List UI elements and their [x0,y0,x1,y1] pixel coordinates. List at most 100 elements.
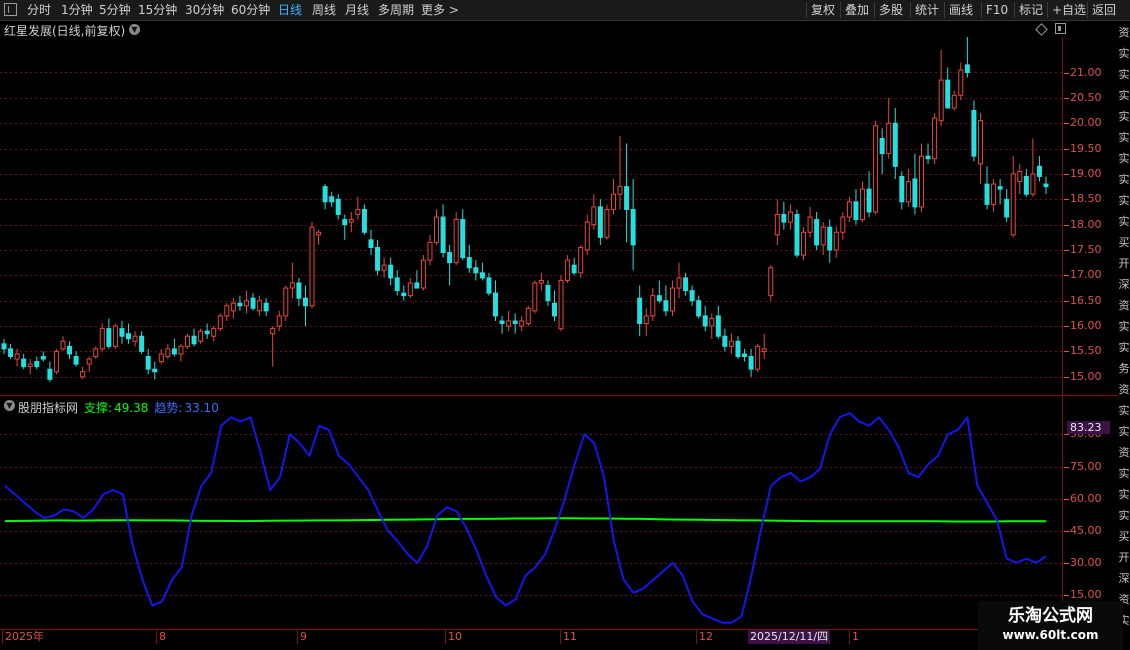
candle [696,295,702,319]
candle [755,343,761,372]
candle [768,265,774,301]
time-label: 8 [159,630,166,643]
candle [394,270,400,296]
candle [912,153,918,215]
info-strip-char: 实 [1118,215,1130,228]
price-tick: 20.00 [1064,116,1102,130]
candle [709,313,715,339]
candle [722,328,728,352]
candle [237,295,243,311]
price-tick: 18.00 [1064,217,1102,231]
candle [466,244,472,273]
info-strip-char: 实 [1118,194,1130,207]
candle [827,219,833,263]
candle [532,280,538,314]
candle [473,260,479,281]
candle [99,323,105,352]
indicator-name: 股朋指标网 [18,401,79,415]
candle [112,323,118,349]
candle [728,333,734,354]
logo-title: 乐淘公式网 [1008,606,1093,626]
info-strip-char: 资 [1118,299,1130,312]
info-strip-char: 深 [1118,278,1130,291]
candle [361,204,367,235]
info-strip-char: 实 [1118,509,1130,522]
candle [270,326,276,367]
price-tick: 17.00 [1064,268,1102,282]
price-tick: 19.50 [1064,141,1102,155]
candle [853,189,859,225]
candle [184,333,190,349]
candle [683,272,689,296]
candle [925,143,931,164]
candle [263,298,269,316]
candle [1036,156,1042,182]
candle [73,351,79,367]
indicator-collapse-icon[interactable]: ▼ [4,400,15,411]
candle [938,49,944,126]
candle [663,285,669,316]
candle [479,262,485,281]
watermark-logo: 乐淘公式网 www.60lt.com [978,601,1123,650]
trend-value: 33.10 [184,401,219,415]
candle [761,333,767,360]
candle [486,272,492,296]
info-strip-char: 实 [1118,152,1130,165]
info-strip-char: 资 [1118,26,1130,39]
candle [964,37,970,78]
candle [558,275,564,332]
price-tick: 16.00 [1064,319,1102,333]
info-strip-char: 务 [1118,362,1130,375]
price-tick: 15.00 [1064,369,1102,383]
candle [951,90,957,111]
candle [217,313,223,332]
candle [519,315,525,332]
candle [794,209,800,258]
info-strip-char: 深 [1118,572,1130,585]
candle [126,323,132,344]
candle [892,108,898,179]
candle [1030,138,1036,197]
candle [637,285,643,337]
candle [434,209,440,245]
candle [414,270,420,289]
info-strip-char: 实 [1118,320,1130,333]
candle [375,239,381,276]
candle [47,361,53,382]
candle [93,346,99,360]
info-strip-char: 开 [1118,257,1130,270]
time-label: 12 [699,630,713,643]
candle [165,343,171,360]
price-tick: 17.50 [1064,243,1102,256]
candle [243,290,249,314]
logo-url: www.60lt.com [1002,628,1099,642]
price-tick: 19.00 [1064,166,1102,180]
candle [309,222,315,309]
candle [840,211,846,240]
info-strip-char: 开 [1118,551,1130,564]
candle [735,336,741,360]
time-label: 11 [563,630,577,643]
candle [506,310,512,332]
candle [991,179,997,212]
candle [610,179,616,215]
candle [60,336,66,352]
candle [932,113,938,164]
candle [27,359,33,375]
candle [689,285,695,306]
candle [86,356,92,372]
candle [846,196,852,223]
candle [388,257,394,286]
candle [1017,163,1023,195]
support-label: 支撑: [84,401,113,415]
candle [742,348,748,362]
indicator-tick: 75.00 [1064,459,1102,473]
candle [630,179,636,271]
candle [368,229,374,256]
candle [152,361,158,380]
candle [774,199,780,245]
candle [997,179,1003,205]
candle [204,323,210,339]
candle [302,285,308,327]
candle [407,277,413,299]
